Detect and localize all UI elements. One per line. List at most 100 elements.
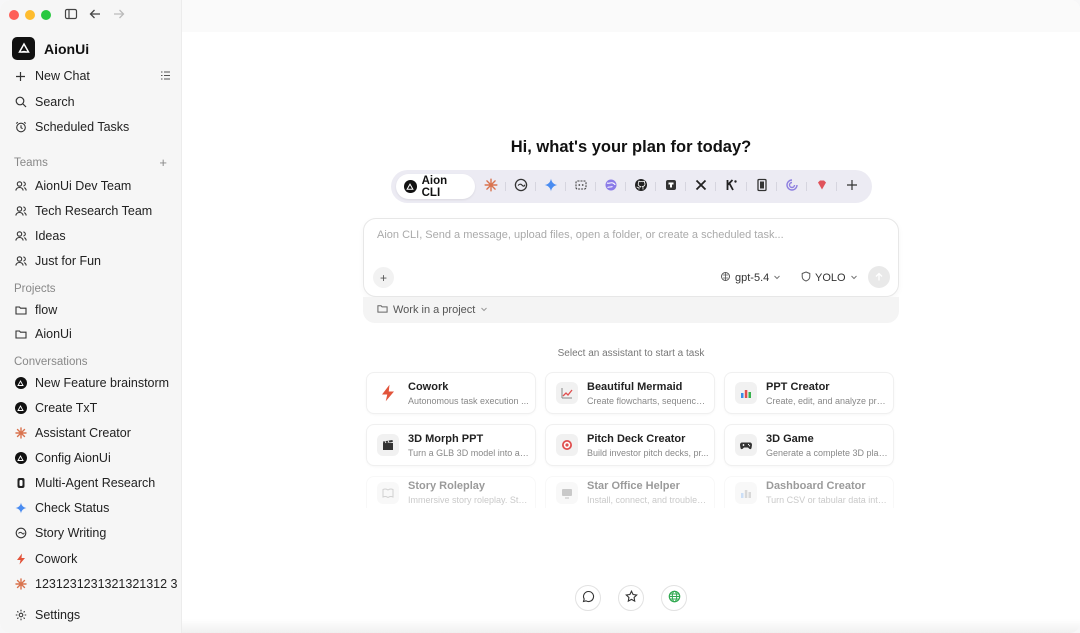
assistant-card[interactable]: Star Office Helper Install, connect, and … — [545, 476, 715, 508]
bolt-icon — [377, 382, 399, 404]
conversation-label: Config AionUi — [35, 451, 111, 465]
conversation-label: Multi-Agent Research — [35, 476, 156, 490]
assistant-card[interactable]: Story Roleplay Immersive story roleplay. … — [366, 476, 536, 508]
monitor-icon — [556, 481, 578, 504]
users-icon — [14, 230, 27, 243]
scheduled-tasks-button[interactable]: Scheduled Tasks — [0, 116, 182, 138]
assistant-card[interactable]: Dashboard Creator Turn CSV or tabular dat… — [724, 476, 894, 508]
agent-tab-x[interactable] — [686, 174, 717, 199]
new-chat-label: New Chat — [35, 69, 90, 83]
composer-input[interactable]: Aion CLI, Send a message, upload files, … — [377, 229, 784, 241]
project-selector[interactable]: Work in a project — [363, 297, 899, 323]
agent-tab-bot[interactable] — [566, 174, 597, 199]
new-chat-button[interactable]: New Chat — [0, 65, 182, 87]
agent-tab-qwen[interactable] — [506, 174, 536, 199]
attach-button[interactable]: + — [373, 267, 394, 288]
assistant-desc: Autonomous task execution ... — [408, 395, 529, 406]
book-icon — [377, 481, 399, 504]
assistant-hint: Select an assistant to start a task — [557, 348, 705, 359]
app-title: AionUi — [44, 40, 90, 57]
folder-icon — [377, 303, 388, 317]
agent-tab-gemini[interactable] — [536, 174, 566, 199]
agent-tab-github[interactable] — [626, 174, 657, 199]
aion-icon — [14, 377, 27, 390]
assistant-card[interactable]: Beautiful Mermaid Create flowcharts, sequ… — [545, 372, 715, 414]
agent-tab-spiral[interactable] — [777, 174, 807, 199]
agent-tab-globe[interactable] — [596, 174, 627, 199]
list-view-icon[interactable] — [160, 70, 171, 84]
model-selector[interactable]: gpt-5.4 — [720, 271, 781, 285]
search-icon — [14, 96, 27, 109]
sidebar-conversation-item[interactable]: Multi-Agent Research — [0, 472, 182, 494]
assistant-card[interactable]: PPT Creator Create, edit, and analyze pro… — [724, 372, 894, 414]
assistant-desc: Create, edit, and analyze pro... — [766, 395, 888, 406]
back-arrow-icon[interactable] — [88, 7, 102, 21]
sidebar-team-item[interactable]: Tech Research Team — [0, 200, 182, 222]
mode-selector[interactable]: YOLO — [801, 271, 858, 285]
assistant-desc: Immersive story roleplay. Sta... — [408, 495, 530, 505]
teams-section-label: Teams — [14, 157, 48, 169]
sidebar-conversation-item[interactable]: New Feature brainstorm — [0, 372, 182, 394]
plus-icon — [14, 70, 27, 83]
sidebar-project-item[interactable]: AionUi — [0, 323, 182, 345]
chat-bubble-button[interactable] — [575, 585, 601, 611]
title-bar — [182, 0, 1080, 32]
gear-icon — [14, 609, 27, 622]
greeting-heading: Hi, what's your plan for today? — [510, 138, 752, 156]
sidebar-conversation-item[interactable]: Create TxT — [0, 397, 182, 419]
bottom-shadow — [182, 619, 1080, 633]
swirl-icon — [14, 527, 27, 540]
sidebar-project-item[interactable]: flow — [0, 299, 182, 321]
users-icon — [14, 180, 27, 193]
agent-tab-ruby[interactable] — [807, 174, 838, 199]
sidebar-conversation-item[interactable]: 1231231231321321312 3 — [0, 573, 182, 595]
assistant-title: 3D Game — [766, 432, 814, 445]
agent-tab-aion-cli[interactable]: Aion CLI — [396, 174, 476, 199]
window-controls — [9, 10, 51, 20]
agent-icon — [14, 477, 27, 490]
close-window-button[interactable] — [9, 10, 19, 20]
gem-icon — [815, 178, 829, 195]
sidebar-team-item[interactable]: Ideas — [0, 225, 182, 247]
sidebar-conversation-item[interactable]: Story Writing — [0, 522, 182, 544]
star-button[interactable] — [618, 585, 644, 611]
agent-tab-box[interactable] — [656, 174, 687, 199]
users-icon — [14, 255, 27, 268]
assistant-card[interactable]: 3D Game Generate a complete 3D plat... — [724, 424, 894, 466]
settings-button[interactable]: Settings — [0, 604, 182, 626]
x-brand-icon — [694, 178, 708, 195]
message-composer[interactable]: Aion CLI, Send a message, upload files, … — [363, 218, 899, 297]
sidebar-conversation-item[interactable]: Config AionUi — [0, 447, 182, 469]
agent-tab-claude[interactable] — [475, 174, 506, 199]
agent-tab-kimi[interactable] — [716, 174, 747, 199]
maximize-window-button[interactable] — [41, 10, 51, 20]
sidebar-team-item[interactable]: AionUi Dev Team — [0, 175, 182, 197]
agent-tab-doc[interactable] — [747, 174, 777, 199]
aion-icon — [14, 452, 27, 465]
sidebar-conversation-item[interactable]: Check Status — [0, 497, 182, 519]
assistant-title: Cowork — [408, 380, 449, 393]
chart-line-icon — [556, 382, 578, 404]
claude-icon — [14, 427, 27, 440]
conversation-label: Check Status — [35, 501, 110, 515]
claude-icon — [14, 578, 27, 591]
conversation-label: Assistant Creator — [35, 426, 131, 440]
assistant-card[interactable]: Cowork Autonomous task execution ... — [366, 372, 536, 414]
app-window: AionUi New Chat Search Scheduled Tasks T… — [0, 0, 1080, 633]
search-button[interactable]: Search — [0, 91, 182, 113]
minimize-window-button[interactable] — [25, 10, 35, 20]
globe-icon — [604, 178, 618, 195]
sidebar-conversation-item[interactable]: Cowork — [0, 548, 182, 570]
forward-arrow-icon[interactable] — [112, 7, 126, 21]
assistant-card[interactable]: 3D Morph PPT Turn a GLB 3D model into a c… — [366, 424, 536, 466]
add-team-button[interactable]: + — [159, 155, 167, 170]
send-button[interactable] — [868, 266, 890, 288]
add-agent-button[interactable] — [837, 174, 867, 199]
sidebar-team-item[interactable]: Just for Fun — [0, 250, 182, 272]
sidebar-toggle-icon[interactable] — [64, 7, 78, 21]
assistant-desc: Turn a GLB 3D model into a c... — [408, 447, 530, 458]
sidebar-conversation-item[interactable]: Assistant Creator — [0, 422, 182, 444]
mode-label: YOLO — [815, 272, 846, 284]
assistant-card[interactable]: Pitch Deck Creator Build investor pitch d… — [545, 424, 715, 466]
globe-button[interactable] — [661, 585, 687, 611]
